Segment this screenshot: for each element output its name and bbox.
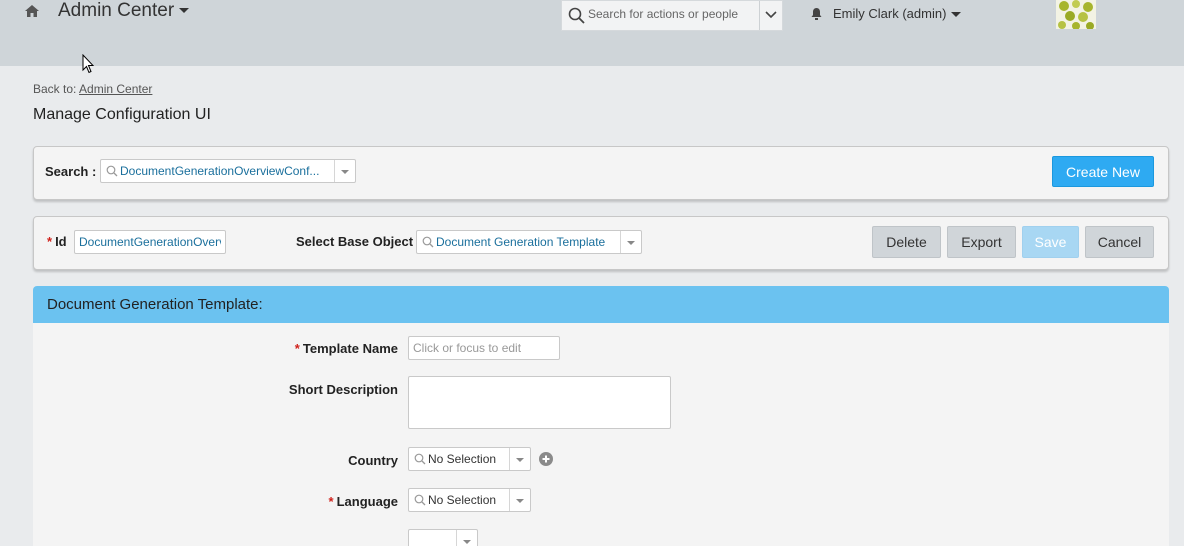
avatar[interactable]	[1056, 0, 1096, 29]
user-name: Emily Clark (admin)	[833, 6, 947, 21]
template-name-label: * Template Name	[294, 341, 398, 356]
user-menu[interactable]: Emily Clark (admin)	[833, 6, 962, 21]
id-input[interactable]	[74, 230, 226, 254]
page-title: Manage Configuration UI	[33, 106, 211, 123]
back-to-admin-center-link[interactable]: Admin Center	[79, 82, 152, 96]
create-new-button[interactable]: Create New	[1052, 156, 1154, 187]
search-icon	[422, 236, 434, 248]
search-icon	[414, 453, 426, 465]
chevron-down-icon[interactable]	[456, 530, 477, 546]
cancel-button[interactable]: Cancel	[1085, 226, 1154, 258]
required-marker: *	[47, 234, 53, 249]
app-title: Admin Center	[58, 0, 175, 21]
language-combobox[interactable]: No Selection	[408, 488, 531, 512]
chevron-down-icon	[951, 12, 962, 18]
config-search-combobox[interactable]: DocumentGenerationOverviewConf...	[100, 159, 356, 183]
language-value: No Selection	[428, 493, 497, 507]
chevron-down-icon	[179, 8, 190, 14]
country-combobox[interactable]: No Selection	[408, 447, 531, 471]
language-label: * Language	[328, 494, 398, 509]
save-button[interactable]: Save	[1022, 226, 1079, 258]
config-search-value: DocumentGenerationOverviewConf...	[120, 164, 320, 178]
base-object-label: Select Base Object	[296, 234, 414, 249]
search-scope-dropdown[interactable]	[759, 1, 782, 30]
required-marker: *	[294, 341, 300, 356]
chevron-down-icon[interactable]	[509, 489, 530, 511]
document-generation-form: Document Generation Template: * Template …	[33, 286, 1169, 546]
search-icon	[568, 7, 585, 24]
chevron-down-icon	[765, 11, 777, 19]
app-title-menu[interactable]: Admin Center	[58, 0, 190, 22]
country-label: Country	[348, 453, 398, 468]
search-icon	[106, 165, 118, 177]
template-name-input[interactable]	[408, 336, 560, 360]
next-field-combobox[interactable]	[408, 529, 478, 546]
top-header: Admin Center Emily Clark (admin)	[0, 0, 1184, 74]
search-panel: Search : DocumentGenerationOverviewConf.…	[33, 146, 1169, 200]
search-icon	[414, 494, 426, 506]
chevron-down-icon[interactable]	[620, 231, 641, 253]
country-value: No Selection	[428, 452, 497, 466]
id-label: * Id	[47, 234, 67, 249]
export-button[interactable]: Export	[947, 226, 1016, 258]
home-icon[interactable]	[24, 4, 40, 18]
delete-button[interactable]: Delete	[872, 226, 941, 258]
global-search[interactable]	[561, 0, 783, 31]
required-marker: *	[328, 494, 334, 509]
form-section-header: Document Generation Template:	[33, 286, 1169, 323]
chevron-down-icon[interactable]	[509, 448, 530, 470]
short-description-textarea[interactable]	[408, 376, 671, 429]
search-label: Search :	[45, 164, 97, 179]
chevron-down-icon[interactable]	[334, 160, 355, 182]
global-search-input[interactable]	[586, 6, 740, 22]
bell-icon[interactable]	[810, 7, 823, 21]
breadcrumb: Back to: Admin Center	[33, 82, 152, 96]
cursor-icon	[82, 54, 94, 74]
short-description-label: Short Description	[288, 382, 398, 397]
base-object-combobox[interactable]: Document Generation Template	[416, 230, 642, 254]
breadcrumb-prefix: Back to:	[33, 82, 77, 96]
plus-circle-icon[interactable]	[539, 452, 553, 466]
base-object-value: Document Generation Template	[436, 235, 606, 249]
id-panel: *Id Select Base Object Document Generati…	[33, 216, 1169, 270]
